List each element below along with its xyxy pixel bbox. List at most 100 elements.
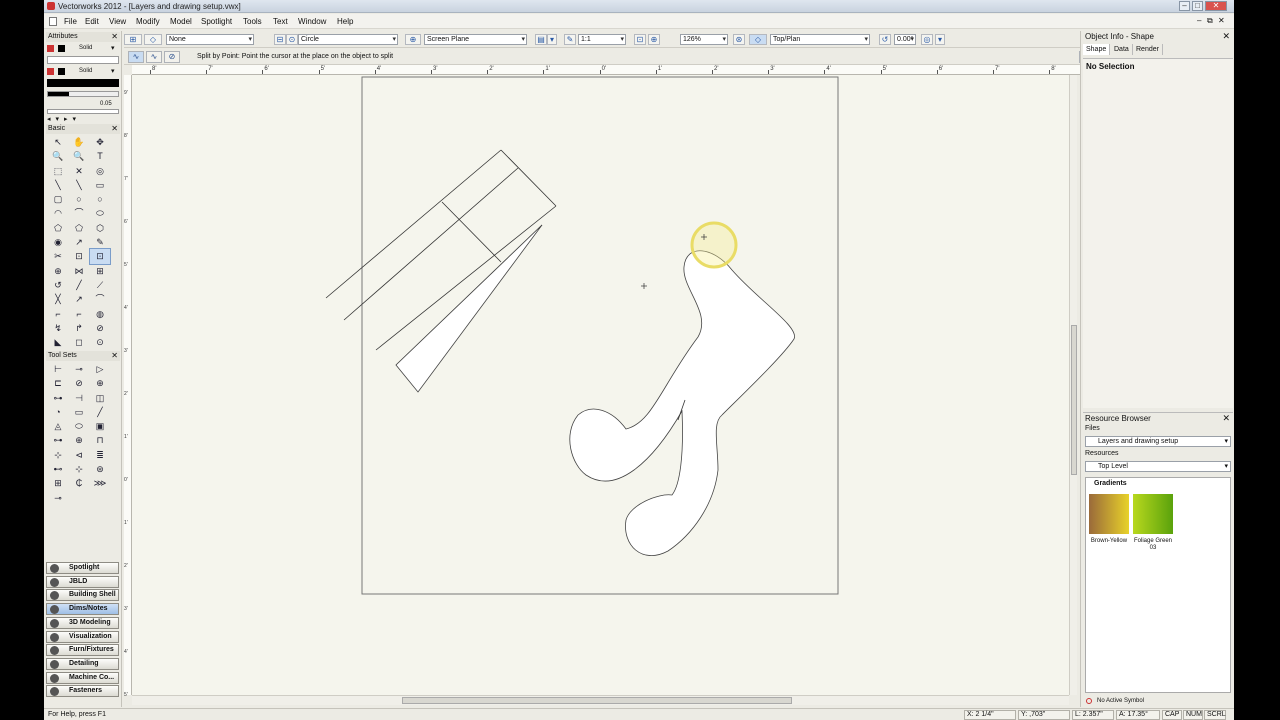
basic-tool-32-icon[interactable]: ⟋ [90, 278, 110, 292]
chevron-down-icon[interactable]: ▾ [547, 34, 557, 45]
toolset-button-3[interactable]: Dims/Notes [46, 603, 119, 616]
basic-tool-23-icon[interactable]: ✎ [90, 235, 110, 249]
zoom-field[interactable]: 126% [680, 34, 728, 45]
basic-tool-15-icon[interactable]: ◠ [48, 206, 68, 220]
toolset-tool-13-icon[interactable]: ⬭ [69, 419, 89, 433]
layer-settings-icon[interactable]: ⊙ [286, 34, 298, 45]
menu-edit[interactable]: Edit [85, 17, 99, 26]
menu-view[interactable]: View [109, 17, 126, 26]
chevron-down-icon[interactable]: ▾ [935, 34, 945, 45]
scale-field[interactable]: 1:1 [578, 34, 626, 45]
basic-tool-34-icon[interactable]: ↗ [69, 292, 89, 306]
menu-model[interactable]: Model [170, 17, 192, 26]
drafting-line[interactable] [441, 201, 502, 263]
toolset-tool-8-icon[interactable]: ◫ [90, 391, 110, 405]
render-icon[interactable]: ◎ [921, 34, 933, 45]
toolset-tool-3-icon[interactable]: ⊏ [48, 376, 68, 390]
basic-tool-20-icon[interactable]: ⬡ [90, 221, 110, 235]
basic-tool-11-icon[interactable]: ▭ [90, 178, 110, 192]
basic-tool-1-icon[interactable]: ✋ [69, 135, 89, 149]
sheet-icon[interactable]: ▤ [535, 34, 547, 45]
basic-tool-6-icon[interactable]: ⬚ [48, 164, 68, 178]
toolset-button-9[interactable]: Fasteners [46, 685, 119, 698]
drafting-line[interactable] [343, 167, 519, 321]
basic-tool-9-icon[interactable]: ╲ [48, 178, 68, 192]
arrowheads-row[interactable]: ◂▾▸▾ [47, 115, 119, 124]
split-by-line-mode-icon[interactable]: ∿ [146, 51, 162, 63]
plane-icon[interactable]: ⊕ [405, 34, 421, 45]
wedge-shape[interactable] [395, 224, 543, 393]
toolset-tool-0-icon[interactable]: ⊢ [48, 362, 68, 376]
toolset-tool-24-icon[interactable]: ⊞ [48, 476, 68, 490]
pencil-icon[interactable]: ✎ [564, 34, 576, 45]
basic-tool-25-icon[interactable]: ⊡ [69, 249, 89, 263]
toolset-tool-18-icon[interactable]: ⊹ [48, 448, 68, 462]
layer-visibility-icon[interactable]: ⊟ [274, 34, 286, 45]
pen-row[interactable]: Solid ▾ [47, 67, 119, 77]
toolset-tool-11-icon[interactable]: ╱ [90, 405, 110, 419]
toolset-tool-10-icon[interactable]: ▭ [69, 405, 89, 419]
class-dropdown[interactable]: None [166, 34, 254, 45]
basic-tool-39-icon[interactable]: ↯ [48, 321, 68, 335]
basic-tool-29-icon[interactable]: ⊞ [90, 264, 110, 278]
basic-tool-33-icon[interactable]: ╳ [48, 292, 68, 306]
toolset-tool-7-icon[interactable]: ⊣ [69, 391, 89, 405]
plane-dropdown[interactable]: Screen Plane [424, 34, 527, 45]
toolset-button-1[interactable]: JBLD [46, 575, 119, 588]
menu-spotlight[interactable]: Spotlight [201, 17, 232, 26]
blob-shape[interactable] [569, 250, 795, 556]
toolset-button-5[interactable]: Visualization [46, 630, 119, 643]
gradient-swatch-1[interactable] [1133, 494, 1173, 534]
maximize-button[interactable]: □ [1192, 1, 1203, 11]
toolset-tool-5-icon[interactable]: ⊕ [90, 376, 110, 390]
layer-icon[interactable]: ⊞ [124, 34, 142, 45]
basic-tool-31-icon[interactable]: ╱ [69, 278, 89, 292]
basic-tool-22-icon[interactable]: ↗ [69, 235, 89, 249]
basic-tool-13-icon[interactable]: ○ [69, 192, 89, 206]
files-dropdown[interactable]: Layers and drawing setup [1085, 436, 1231, 447]
basic-tool-5-icon[interactable]: T [90, 149, 110, 163]
basic-tool-10-icon[interactable]: ╲ [69, 178, 89, 192]
tab-shape[interactable]: Shape [1083, 44, 1111, 55]
tab-render[interactable]: Render [1133, 44, 1163, 55]
menu-window[interactable]: Window [298, 17, 326, 26]
scroll-thumb[interactable] [402, 697, 792, 704]
vertical-scrollbar[interactable] [1069, 75, 1077, 695]
toolset-tool-26-icon[interactable]: ⋙ [90, 476, 110, 490]
basic-tool-19-icon[interactable]: ⬠ [69, 221, 89, 235]
basic-tool-26-icon[interactable]: ⊡ [89, 248, 111, 265]
doc-close-button[interactable]: ✕ [1218, 16, 1225, 25]
split-by-point-mode-icon[interactable]: ∿ [128, 51, 144, 63]
close-icon[interactable]: ✕ [111, 32, 118, 42]
menu-text[interactable]: Text [273, 17, 288, 26]
drafting-line[interactable] [375, 205, 557, 351]
toolset-tool-27-icon[interactable]: ⊸ [48, 491, 68, 505]
toolset-tool-15-icon[interactable]: ⊶ [48, 433, 68, 447]
toolset-tool-17-icon[interactable]: ⊓ [90, 433, 110, 447]
drafting-line[interactable] [500, 149, 557, 207]
view-dropdown[interactable]: Top/Plan [770, 34, 870, 45]
toolset-tool-4-icon[interactable]: ⊘ [69, 376, 89, 390]
toolset-tool-23-icon[interactable]: ⊛ [90, 462, 110, 476]
toolset-tool-9-icon[interactable]: ◔ [48, 405, 68, 419]
basic-tool-0-icon[interactable]: ↖ [48, 135, 68, 149]
menu-modify[interactable]: Modify [136, 17, 160, 26]
projection-icon[interactable]: ◇ [749, 34, 767, 45]
opacity-bar[interactable] [47, 109, 119, 114]
close-icon[interactable]: ✕ [111, 124, 118, 134]
toolset-button-6[interactable]: Furn/Fixtures [46, 644, 119, 657]
basic-tool-14-icon[interactable]: ○ [90, 192, 110, 206]
basic-tool-18-icon[interactable]: ⬠ [48, 221, 68, 235]
basic-tool-16-icon[interactable]: ⌒ [69, 206, 89, 220]
toolset-button-0[interactable]: Spotlight [46, 562, 119, 574]
basic-tool-8-icon[interactable]: ◎ [90, 164, 110, 178]
toolset-tool-1-icon[interactable]: ⊸ [69, 362, 89, 376]
doc-minimize-button[interactable]: – [1197, 16, 1201, 25]
toolset-tool-25-icon[interactable]: ₵ [69, 476, 89, 490]
basic-tool-28-icon[interactable]: ⋈ [69, 264, 89, 278]
basic-tool-30-icon[interactable]: ↺ [48, 278, 68, 292]
menu-file[interactable]: File [64, 17, 77, 26]
menu-help[interactable]: Help [337, 17, 353, 26]
toolset-tool-14-icon[interactable]: ▣ [90, 419, 110, 433]
basic-tool-37-icon[interactable]: ⌐ [69, 307, 89, 321]
